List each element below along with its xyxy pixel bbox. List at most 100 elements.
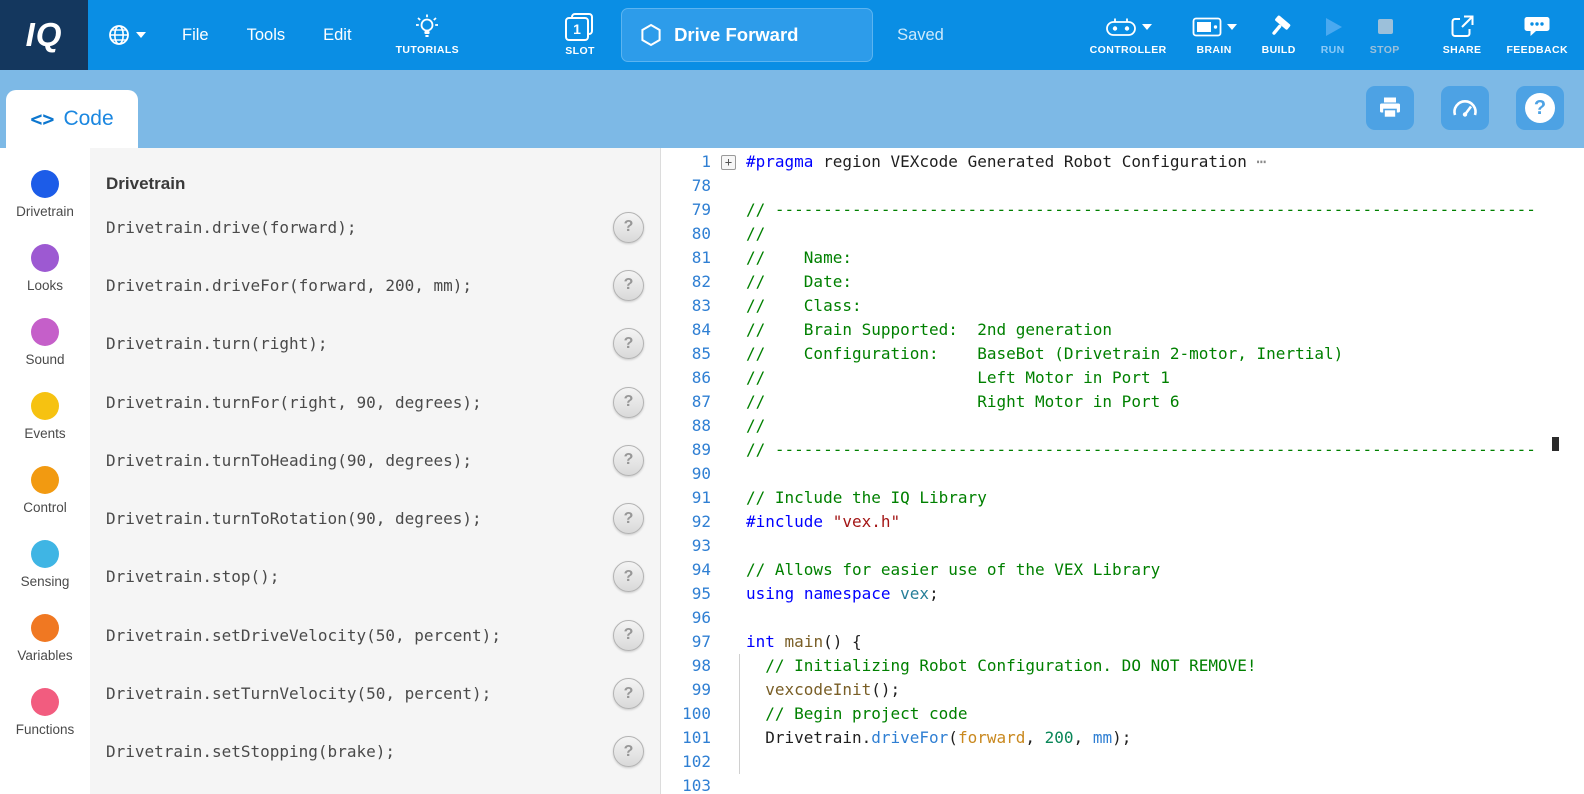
menu-item[interactable]: File (182, 26, 209, 45)
code-line[interactable]: 101 Drivetrain.driveFor(forward, 200, mm… (661, 726, 1584, 750)
category-item[interactable]: Sensing (0, 540, 90, 614)
code-line[interactable]: 78 (661, 174, 1584, 198)
fold-expand-icon[interactable]: + (721, 155, 736, 170)
command-row[interactable]: Drivetrain.driveFor(forward, 200, mm); ? (90, 256, 660, 314)
category-label: Drivetrain (16, 204, 74, 219)
stop-button[interactable]: STOP (1370, 14, 1400, 56)
command-row[interactable]: Drivetrain.turn(right); ? (90, 315, 660, 373)
code-line[interactable]: 81 // Name: (661, 246, 1584, 270)
category-item[interactable]: Drivetrain (0, 170, 90, 244)
command-help-button[interactable]: ? (613, 387, 644, 418)
code-line[interactable]: 1 + #pragma region VEXcode Generated Rob… (661, 150, 1584, 174)
code-line[interactable]: 102 (661, 750, 1584, 774)
command-row[interactable]: Drivetrain.setDriveVelocity(50, percent)… (90, 606, 660, 664)
command-help-button[interactable]: ? (613, 620, 644, 651)
code-line[interactable]: 100 // Begin project code (661, 702, 1584, 726)
category-item[interactable]: Control (0, 466, 90, 540)
command-text[interactable]: Drivetrain.setTurnVelocity(50, percent); (106, 684, 613, 703)
feedback-button[interactable]: FEEDBACK (1506, 14, 1568, 56)
category-item[interactable]: Looks (0, 244, 90, 318)
code-line[interactable]: 84 // Brain Supported: 2nd generation (661, 318, 1584, 342)
brain-button[interactable]: BRAIN (1192, 14, 1237, 56)
command-row[interactable]: Drivetrain.turnToHeading(90, degrees); ? (90, 431, 660, 489)
code-line[interactable]: 93 (661, 534, 1584, 558)
tutorials-button[interactable]: TUTORIALS (396, 14, 460, 56)
code-line[interactable]: 82 // Date: (661, 270, 1584, 294)
code-line[interactable]: 94 // Allows for easier use of the VEX L… (661, 558, 1584, 582)
code-line[interactable]: 103 (661, 774, 1584, 794)
share-label: SHARE (1443, 44, 1482, 56)
command-help-button[interactable]: ? (613, 445, 644, 476)
share-button[interactable]: SHARE (1443, 14, 1482, 56)
code-line[interactable]: 89 // ----------------------------------… (661, 438, 1584, 462)
command-text[interactable]: Drivetrain.drive(forward); (106, 218, 613, 237)
command-text[interactable]: Drivetrain.turnToHeading(90, degrees); (106, 451, 613, 470)
menu-bar: File Tools Edit (182, 26, 352, 45)
line-number: 94 (661, 558, 711, 582)
command-text[interactable]: Drivetrain.driveFor(forward, 200, mm); (106, 276, 613, 295)
command-text[interactable]: Drivetrain.turnFor(right, 90, degrees); (106, 393, 613, 412)
brain-icon (1192, 16, 1222, 38)
code-line[interactable]: 83 // Class: (661, 294, 1584, 318)
code-line[interactable]: 92 #include "vex.h" (661, 510, 1584, 534)
code-line[interactable]: 99 vexcodeInit(); (661, 678, 1584, 702)
scrollbar-position-mark[interactable] (1552, 437, 1559, 451)
command-text[interactable]: Drivetrain.turnToRotation(90, degrees); (106, 509, 613, 528)
command-help-button[interactable]: ? (613, 503, 644, 534)
code-line[interactable]: 85 // Configuration: BaseBot (Drivetrain… (661, 342, 1584, 366)
project-name-button[interactable]: Drive Forward (621, 8, 873, 62)
command-text[interactable]: Drivetrain.setStopping(brake); (106, 742, 613, 761)
menu-item[interactable]: Tools (247, 26, 286, 45)
print-button[interactable] (1366, 86, 1414, 130)
code-editor[interactable]: 1 + #pragma region VEXcode Generated Rob… (660, 148, 1584, 794)
line-text: // (746, 414, 765, 438)
code-line[interactable]: 87 // Right Motor in Port 6 (661, 390, 1584, 414)
dashboard-button[interactable] (1441, 86, 1489, 130)
category-item[interactable]: Events (0, 392, 90, 466)
device-toolbar: CONTROLLER BRAIN BUILD (1090, 14, 1584, 56)
command-help-button[interactable]: ? (613, 270, 644, 301)
code-line[interactable]: 90 (661, 462, 1584, 486)
controller-button[interactable]: CONTROLLER (1090, 14, 1167, 56)
run-button[interactable]: RUN (1321, 14, 1345, 56)
code-line[interactable]: 88 // (661, 414, 1584, 438)
build-label: BUILD (1262, 44, 1296, 56)
menu-item[interactable]: Edit (323, 26, 351, 45)
slot-button[interactable]: 1 SLOT (565, 13, 595, 57)
tab-code[interactable]: <> Code (6, 90, 138, 148)
line-number: 100 (661, 702, 711, 726)
category-item[interactable]: Variables (0, 614, 90, 688)
command-help-button[interactable]: ? (613, 212, 644, 243)
chevron-down-icon (1227, 24, 1237, 30)
code-line[interactable]: 79 // ----------------------------------… (661, 198, 1584, 222)
command-help-button[interactable]: ? (613, 678, 644, 709)
code-line[interactable]: 97 int main() { (661, 630, 1584, 654)
command-help-button[interactable]: ? (613, 736, 644, 767)
command-help-button[interactable]: ? (613, 561, 644, 592)
code-line[interactable]: 95 using namespace vex; (661, 582, 1584, 606)
command-help-button[interactable]: ? (613, 328, 644, 359)
command-text[interactable]: Drivetrain.turn(right); (106, 334, 613, 353)
code-line[interactable]: 80 // (661, 222, 1584, 246)
command-row[interactable]: Drivetrain.setStopping(brake); ? (90, 723, 660, 781)
code-line[interactable]: 96 (661, 606, 1584, 630)
code-line[interactable]: 98 // Initializing Robot Configuration. … (661, 654, 1584, 678)
category-item[interactable]: Sound (0, 318, 90, 392)
command-row[interactable]: Drivetrain.stop(); ? (90, 548, 660, 606)
globe-icon (108, 24, 130, 46)
category-item[interactable]: Functions (0, 688, 90, 762)
language-menu-button[interactable] (108, 24, 146, 46)
build-button[interactable]: BUILD (1262, 14, 1296, 56)
category-label: Sensing (21, 574, 70, 589)
help-button[interactable]: ? (1516, 86, 1564, 130)
command-row[interactable]: Drivetrain.drive(forward); ? (90, 198, 660, 256)
command-row[interactable]: Drivetrain.turnFor(right, 90, degrees); … (90, 373, 660, 431)
code-line[interactable]: 91 // Include the IQ Library (661, 486, 1584, 510)
line-number: 84 (661, 318, 711, 342)
command-text[interactable]: Drivetrain.stop(); (106, 567, 613, 586)
code-line[interactable]: 86 // Left Motor in Port 1 (661, 366, 1584, 390)
command-row[interactable]: Drivetrain.setTurnVelocity(50, percent);… (90, 664, 660, 722)
code-brackets-icon: <> (30, 107, 54, 131)
command-row[interactable]: Drivetrain.turnToRotation(90, degrees); … (90, 489, 660, 547)
command-text[interactable]: Drivetrain.setDriveVelocity(50, percent)… (106, 626, 613, 645)
